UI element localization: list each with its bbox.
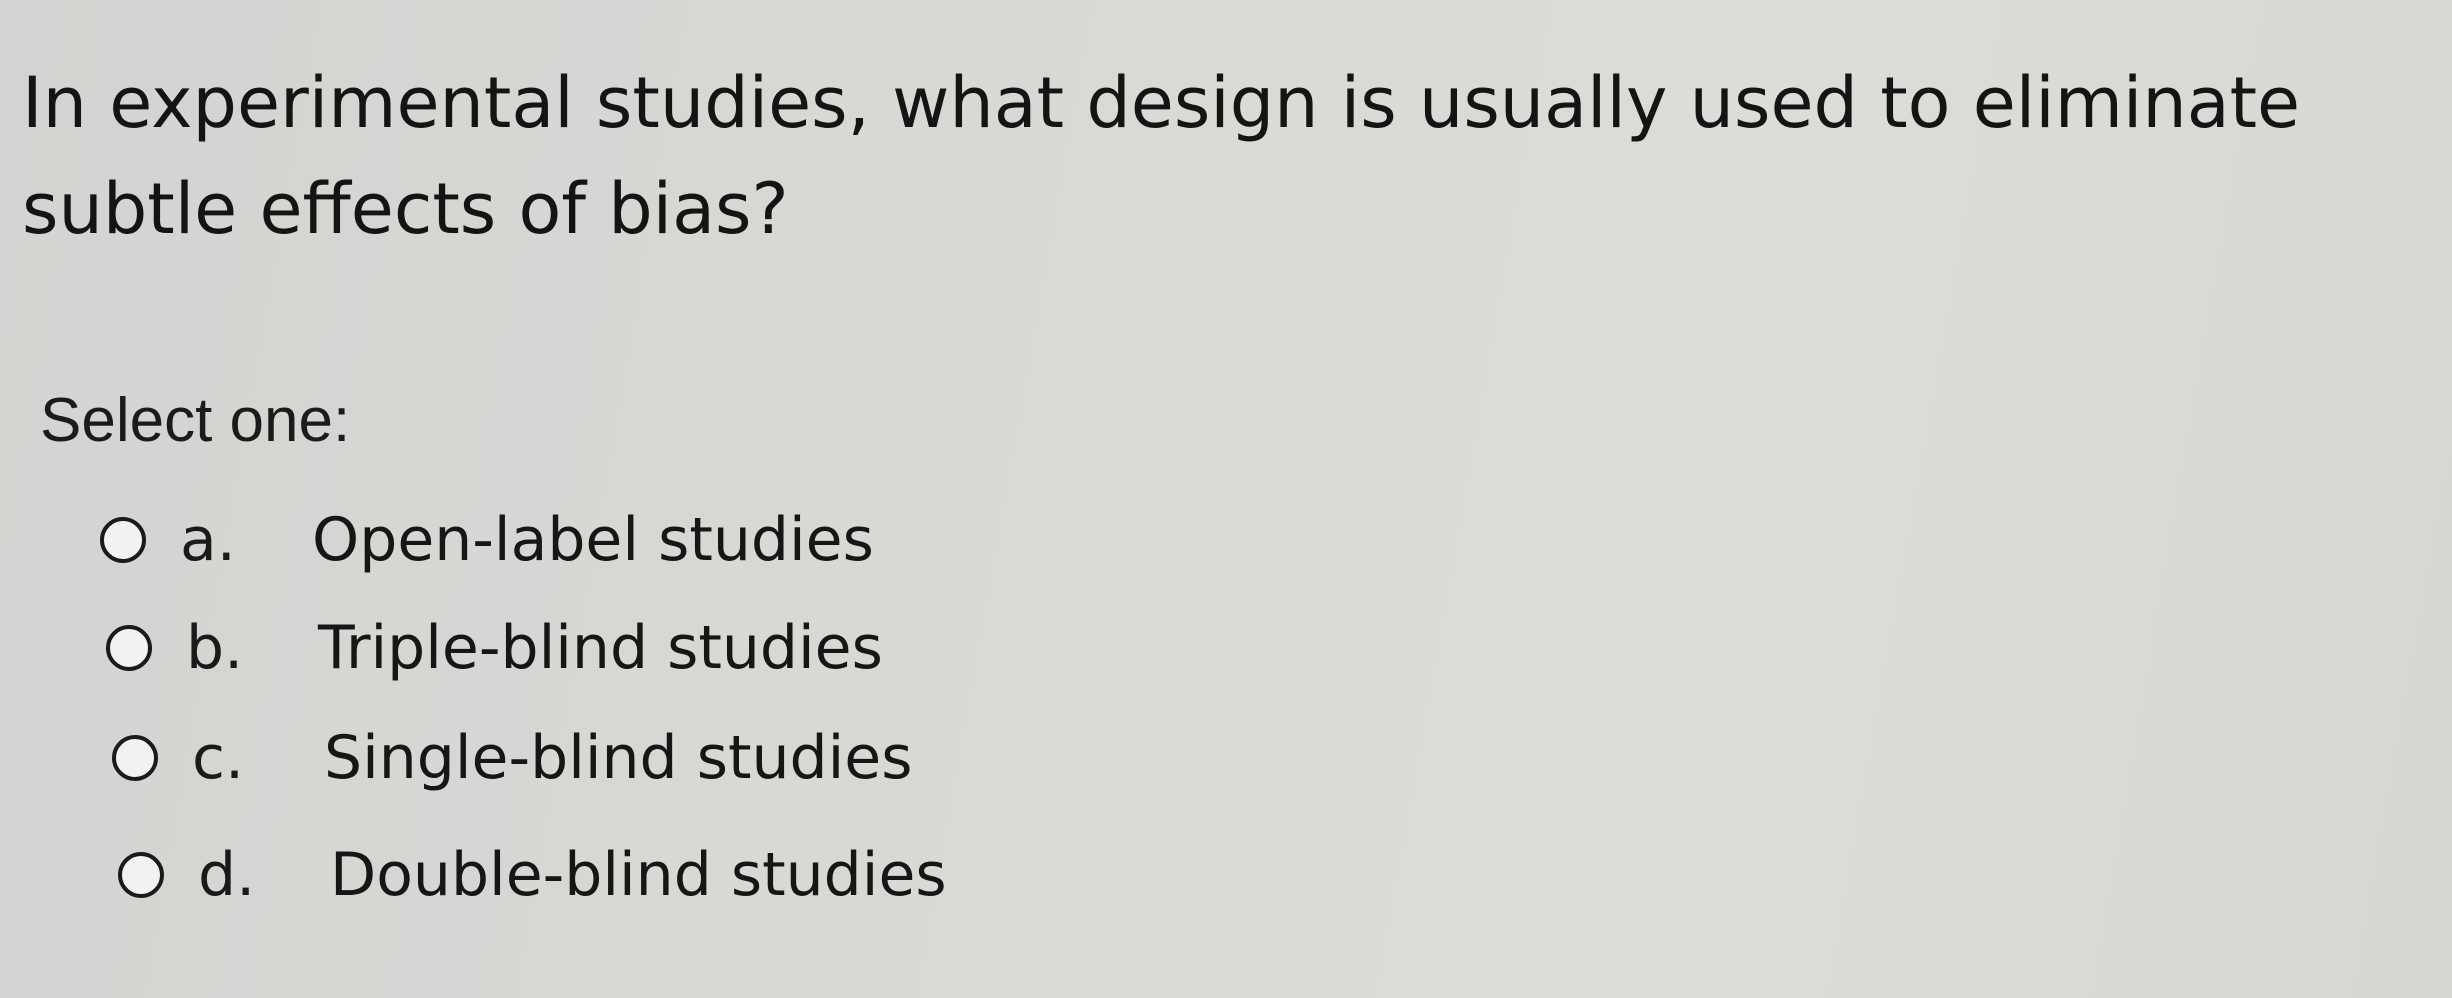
- option-b[interactable]: b. Triple-blind studies: [106, 608, 883, 688]
- select-one-prompt: Select one:: [40, 386, 351, 455]
- option-a-letter: a.: [180, 505, 236, 575]
- option-c-label[interactable]: Single-blind studies: [324, 723, 912, 793]
- radio-button-a[interactable]: [100, 517, 146, 563]
- option-b-letter: b.: [186, 613, 244, 683]
- option-c-letter: c.: [192, 723, 245, 793]
- option-d-letter: d.: [198, 840, 256, 910]
- option-d-label[interactable]: Double-blind studies: [330, 840, 947, 910]
- radio-button-b[interactable]: [106, 625, 152, 671]
- option-d[interactable]: d. Double-blind studies: [118, 835, 947, 915]
- quiz-page: In experimental studies, what design is …: [0, 0, 2452, 998]
- radio-button-d[interactable]: [118, 852, 164, 898]
- option-a-label[interactable]: Open-label studies: [312, 505, 874, 575]
- option-b-label[interactable]: Triple-blind studies: [318, 613, 883, 683]
- radio-button-c[interactable]: [112, 735, 158, 781]
- option-c[interactable]: c. Single-blind studies: [112, 718, 912, 798]
- option-a[interactable]: a. Open-label studies: [100, 500, 874, 580]
- question-text: In experimental studies, what design is …: [22, 62, 2301, 250]
